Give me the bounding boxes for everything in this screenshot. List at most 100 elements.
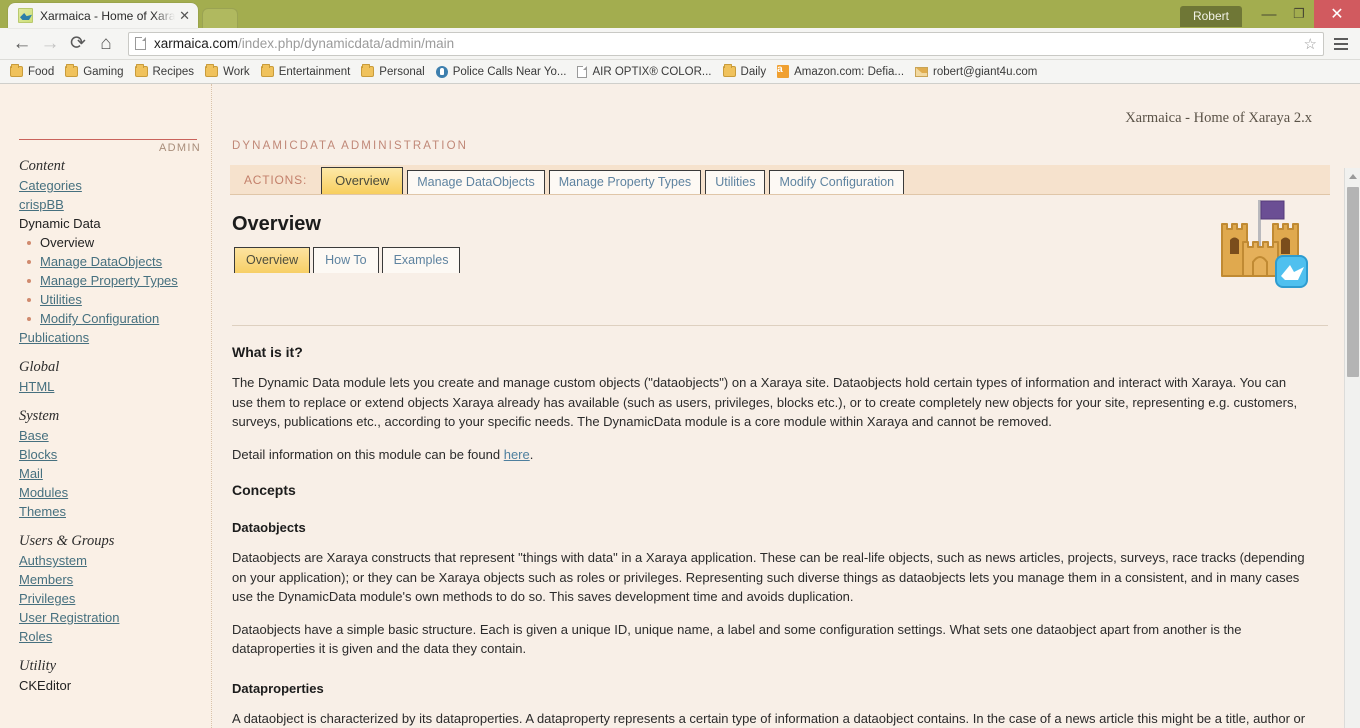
bookmark-label: Police Calls Near Yo... [453, 66, 567, 78]
sidebar-item-utilities[interactable]: Utilities [40, 292, 82, 307]
sub-tab-examples[interactable]: Examples [382, 247, 461, 273]
actions-toolbar: ACTIONS: OverviewManage DataObjectsManag… [230, 165, 1330, 195]
actions-label: ACTIONS: [238, 173, 321, 194]
window-controls: Robert — ❐ ✕ [1180, 0, 1360, 28]
folder-icon [65, 66, 78, 77]
sidebar-item-themes[interactable]: Themes [19, 502, 203, 521]
section-heading-what-is-it: What is it? [232, 344, 1330, 360]
sidebar-item-html[interactable]: HTML [19, 377, 203, 396]
browser-tabstrip: Xarmaica - Home of Xaray ✕ Robert — ❐ ✕ [0, 0, 1360, 28]
scroll-up-icon[interactable] [1345, 168, 1360, 185]
bookmark-item[interactable]: Entertainment [257, 62, 358, 82]
bookmark-item[interactable]: Gaming [61, 62, 130, 82]
back-icon[interactable]: ← [8, 30, 36, 58]
bookmark-label: Work [223, 66, 250, 78]
sidebar-item-modules[interactable]: Modules [19, 483, 203, 502]
paragraph-detail-info: Detail information on this module can be… [232, 445, 1306, 465]
sidebar-sublist: Overview Manage DataObjects Manage Propert… [19, 233, 203, 328]
sidebar-item-base[interactable]: Base [19, 426, 203, 445]
minimize-button[interactable]: — [1254, 0, 1284, 28]
content-divider [232, 325, 1328, 326]
bookmark-label: Recipes [153, 66, 195, 78]
browser-window: Xarmaica - Home of Xaray ✕ Robert — ❐ ✕ … [0, 0, 1360, 728]
sidebar-subitem[interactable]: Manage DataObjects [24, 252, 203, 271]
paragraph-dataobjects-2: Dataobjects have a simple basic structur… [232, 620, 1306, 659]
sidebar-item-authsystem[interactable]: Authsystem [19, 551, 203, 570]
bookmark-item[interactable]: Personal [357, 62, 431, 82]
action-tab-manage-dataobjects[interactable]: Manage DataObjects [407, 170, 544, 194]
xaraya-bird-icon [18, 8, 33, 23]
star-icon[interactable]: ☆ [1298, 35, 1317, 53]
sidebar-item-categories[interactable]: Categories [19, 176, 203, 195]
sidebar-item-overview: Overview [40, 235, 94, 250]
new-tab-button[interactable] [202, 8, 238, 28]
bookmark-label: robert@giant4u.com [933, 66, 1037, 78]
sidebar-item-user-registration[interactable]: User Registration [19, 608, 203, 627]
bookmark-item[interactable]: Police Calls Near Yo... [432, 62, 574, 82]
sub-tab-overview[interactable]: Overview [234, 247, 310, 273]
address-bar[interactable]: xarmaica.com/index.php/dynamicdata/admin… [128, 32, 1324, 56]
sidebar-item-dynamic-data: Dynamic Data [19, 214, 203, 233]
bookmark-item[interactable]: robert@giant4u.com [911, 62, 1044, 82]
sidebar-divider [19, 139, 197, 140]
profile-button[interactable]: Robert [1180, 6, 1242, 27]
sidebar-item-blocks[interactable]: Blocks [19, 445, 203, 464]
sub-tab-how-to[interactable]: How To [313, 247, 378, 273]
sidebar-subitem[interactable]: Modify Configuration [24, 309, 203, 328]
bookmark-label: Personal [379, 66, 424, 78]
paragraph-dataproperties-1: A dataobject is characterized by its dat… [232, 709, 1306, 728]
page-info-icon [135, 37, 146, 50]
url-path: /index.php/dynamicdata/admin/main [238, 36, 454, 51]
sidebar-item-manage-property-types[interactable]: Manage Property Types [40, 273, 178, 288]
sidebar-item-ckeditor: CKEditor [19, 676, 203, 695]
bookmark-item[interactable]: AIR OPTIX® COLOR... [573, 62, 718, 82]
folder-icon [723, 66, 736, 77]
sidebar-subitem[interactable]: Manage Property Types [24, 271, 203, 290]
paragraph-what-is-it: The Dynamic Data module lets you create … [232, 373, 1306, 432]
bookmark-item[interactable]: Daily [719, 62, 774, 82]
detail-link[interactable]: here [504, 447, 530, 462]
close-window-button[interactable]: ✕ [1314, 0, 1360, 28]
bookmark-label: Amazon.com: Defia... [794, 66, 904, 78]
sidebar-subitem: Overview [24, 233, 203, 252]
address-bar-url: xarmaica.com/index.php/dynamicdata/admin… [154, 36, 454, 51]
menu-icon[interactable] [1330, 32, 1352, 56]
sub-tab-bar: OverviewHow ToExamples [234, 247, 1330, 273]
sidebar-item-manage-dataobjects[interactable]: Manage DataObjects [40, 254, 162, 269]
action-tab-overview[interactable]: Overview [321, 167, 403, 194]
folder-icon [261, 66, 274, 77]
sidebar-group-title: Global [19, 359, 203, 376]
scrollbar-thumb[interactable] [1347, 187, 1359, 377]
sidebar-item-privileges[interactable]: Privileges [19, 589, 203, 608]
bookmark-item[interactable]: Food [6, 62, 61, 82]
home-icon[interactable]: ⌂ [92, 30, 120, 58]
action-tab-modify-configuration[interactable]: Modify Configuration [769, 170, 904, 194]
sidebar-item-mail[interactable]: Mail [19, 464, 203, 483]
browser-toolbar: ← → ⟳ ⌂ xarmaica.com/index.php/dynamicda… [0, 28, 1360, 60]
sidebar-item-crispbb[interactable]: crispBB [19, 195, 203, 214]
folder-icon [205, 66, 218, 77]
action-tab-utilities[interactable]: Utilities [705, 170, 765, 194]
sidebar-item-modify-configuration[interactable]: Modify Configuration [40, 311, 159, 326]
bookmark-label: Entertainment [279, 66, 351, 78]
forward-icon[interactable]: → [36, 30, 64, 58]
sidebar-item-roles[interactable]: Roles [19, 627, 203, 646]
mail-icon [915, 67, 928, 77]
folder-icon [10, 66, 23, 77]
action-tab-manage-property-types[interactable]: Manage Property Types [549, 170, 701, 194]
amazon-icon: a [777, 65, 789, 78]
close-icon[interactable]: ✕ [179, 9, 190, 22]
bookmark-item[interactable]: Work [201, 62, 257, 82]
maximize-button[interactable]: ❐ [1284, 0, 1314, 28]
browser-tab-title: Xarmaica - Home of Xaray [40, 9, 175, 23]
page-scrollbar[interactable] [1344, 168, 1360, 728]
sidebar-subitem[interactable]: Utilities [24, 290, 203, 309]
reload-icon[interactable]: ⟳ [64, 30, 92, 58]
browser-tab-active[interactable]: Xarmaica - Home of Xaray ✕ [8, 3, 198, 28]
bookmark-item[interactable]: a Amazon.com: Defia... [773, 62, 911, 82]
bookmark-item[interactable]: Recipes [131, 62, 202, 82]
sidebar-item-members[interactable]: Members [19, 570, 203, 589]
sidebar-item-publications[interactable]: Publications [19, 328, 203, 347]
module-title: DYNAMICDATA ADMINISTRATION [230, 127, 1330, 152]
bookmark-label: AIR OPTIX® COLOR... [592, 66, 711, 78]
